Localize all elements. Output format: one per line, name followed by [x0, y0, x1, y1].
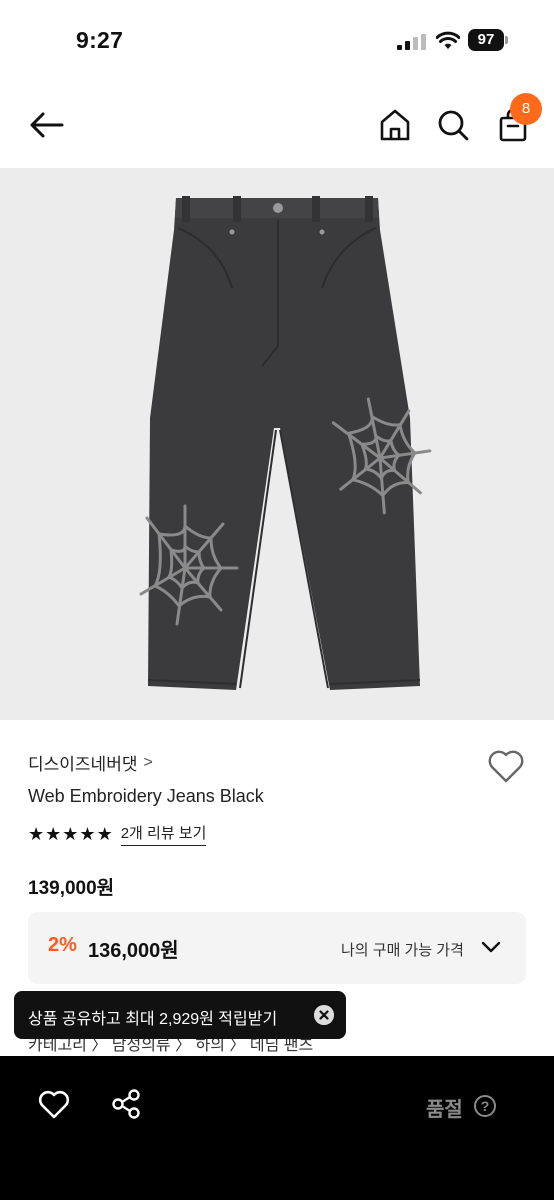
star-icon: ★	[79, 824, 96, 844]
discount-percent: 2%	[48, 934, 77, 956]
cart-count-badge: 8	[510, 93, 542, 125]
discount-price: 136,000원	[88, 940, 179, 962]
chevron-right-icon: >	[143, 753, 153, 771]
question-icon[interactable]: ?	[474, 1095, 496, 1117]
wifi-icon	[436, 31, 460, 49]
my-price-label: 나의 구매 가능 가격	[341, 942, 464, 959]
product-image[interactable]	[0, 168, 554, 720]
status-time: 9:27	[76, 27, 124, 53]
my-price-box[interactable]: 2% 136,000원 나의 구매 가능 가격	[28, 912, 526, 984]
cellular-signal-icon	[397, 34, 426, 50]
product-name: Web Embroidery Jeans Black	[28, 786, 264, 806]
star-icon: ★	[28, 824, 45, 844]
review-link[interactable]: 2개 리뷰 보기	[120, 822, 207, 846]
toast-message: 상품 공유하고 최대 2,929원 적립받기	[28, 1011, 278, 1028]
original-price: 139,000원	[28, 878, 115, 899]
wishlist-heart-icon[interactable]	[487, 748, 525, 784]
star-icon: ★	[45, 824, 62, 844]
star-icon: ★	[62, 824, 79, 844]
battery-level: 97	[477, 31, 495, 48]
rating-row: ★ ★ ★ ★ ★ 2개 리뷰 보기	[28, 822, 207, 846]
brand-link[interactable]: 디스이즈네버댓 >	[28, 750, 153, 775]
soldout-label: 품절	[426, 1099, 463, 1121]
brand-name: 디스이즈네버댓	[28, 755, 138, 774]
heart-outline-icon[interactable]	[38, 1089, 70, 1119]
back-arrow-icon[interactable]	[28, 110, 64, 140]
search-icon[interactable]	[436, 108, 470, 142]
star-rating: ★ ★ ★ ★ ★	[28, 824, 113, 844]
star-icon: ★	[96, 824, 113, 844]
bottom-action-bar: 품절 ?	[0, 1056, 554, 1200]
share-icon[interactable]	[110, 1088, 142, 1120]
chevron-down-icon	[481, 941, 501, 953]
jeans-photo	[139, 196, 432, 690]
battery-icon: 97	[468, 29, 508, 51]
top-nav-bar	[0, 84, 554, 168]
status-bar: 9:27 97	[0, 0, 554, 84]
close-icon[interactable]	[314, 1005, 334, 1025]
home-icon[interactable]	[378, 108, 412, 142]
share-reward-toast: 상품 공유하고 최대 2,929원 적립받기	[14, 991, 346, 1039]
